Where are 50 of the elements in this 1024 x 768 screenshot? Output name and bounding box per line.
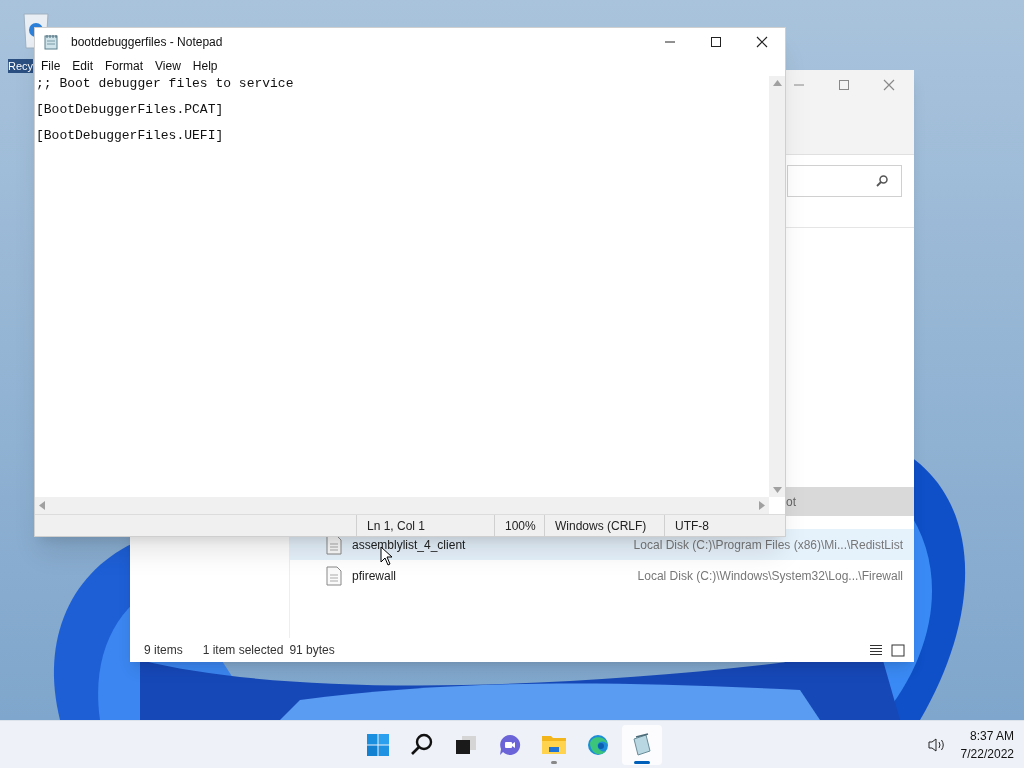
speaker-icon — [927, 737, 946, 753]
scroll-up-icon[interactable] — [772, 80, 782, 86]
browser-wave-icon — [585, 733, 611, 757]
search-icon — [875, 174, 889, 188]
menu-item[interactable]: View — [155, 57, 181, 75]
header-text: ot — [786, 493, 796, 511]
maximize-icon — [836, 77, 852, 93]
search-field[interactable] — [787, 165, 902, 197]
menu-item[interactable]: File — [41, 57, 61, 75]
details-view-button[interactable] — [868, 642, 884, 658]
video-chat-icon — [497, 733, 523, 757]
item-count: 9 items — [144, 642, 183, 659]
desktop-icon-label[interactable]: Recy — [8, 59, 34, 73]
overlapping-squares-icon — [453, 733, 479, 757]
close-icon — [754, 34, 770, 50]
file-name: pfirewall — [352, 567, 396, 585]
menu-item[interactable]: Help — [192, 57, 218, 75]
clock-date: 7/22/2022 — [960, 746, 1014, 763]
selection-size: 91 bytes — [289, 642, 335, 659]
tiles-view-button[interactable] — [890, 642, 906, 658]
minimize-icon — [794, 84, 804, 86]
scroll-down-icon[interactable] — [772, 487, 782, 493]
folder-icon — [541, 733, 567, 757]
text-line: [BootDebuggerFiles.PCAT] — [36, 103, 224, 116]
window-title: bootdebuggerfiles - Notepad — [71, 34, 223, 51]
search-icon — [409, 733, 435, 757]
scroll-left-icon[interactable] — [39, 501, 45, 510]
horizontal-scrollbar[interactable] — [35, 497, 769, 514]
clock-time: 8:37 AM — [969, 728, 1014, 745]
file-location: Local Disk (C:)\Windows\System32\Log...\Firewall — [637, 567, 903, 585]
text-line: ;; Boot debugger files to service — [36, 77, 294, 90]
document-icon — [326, 565, 342, 586]
clock-button[interactable]: 8:37 AM 7/22/2022 — [960, 727, 1014, 763]
volume-button[interactable] — [926, 735, 947, 755]
windows-logo-icon — [365, 733, 391, 757]
file-location: Local Disk (C:)\Program Files (x86)\Mi...\RedistList — [633, 536, 903, 554]
minimize-icon — [665, 41, 675, 43]
text-line: [BootDebuggerFiles.UEFI] — [36, 129, 224, 142]
square-icon — [891, 643, 905, 657]
vertical-scrollbar[interactable] — [769, 76, 785, 497]
list-lines-icon — [869, 644, 883, 656]
file-name: assemblylist_4_client — [352, 536, 466, 554]
taskbar-button[interactable] — [622, 725, 662, 765]
menu-item[interactable]: Format — [105, 57, 144, 75]
scroll-right-icon[interactable] — [759, 501, 765, 510]
selection-text: 1 item selected — [202, 642, 284, 659]
menu-item[interactable]: Edit — [72, 57, 94, 75]
close-icon — [881, 77, 897, 93]
notepad-icon — [43, 34, 59, 50]
maximize-icon — [708, 34, 724, 50]
